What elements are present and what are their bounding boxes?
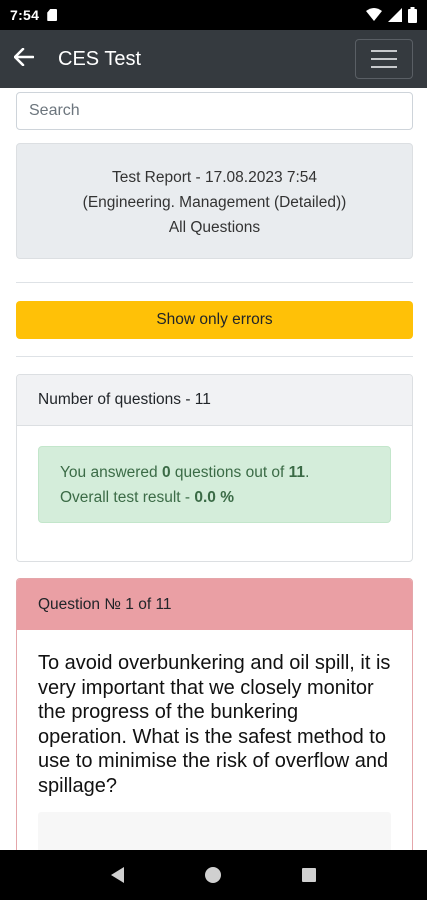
arrow-left-icon[interactable] — [13, 47, 40, 70]
status-time: 7:54 — [10, 7, 40, 23]
nav-recent-apps-icon[interactable] — [302, 868, 317, 882]
question-text: To avoid overbunkering and oil spill, it… — [38, 652, 391, 797]
report-scope: All Questions — [168, 219, 261, 236]
question-image — [38, 812, 391, 850]
status-bar: 7:54 — [0, 0, 427, 30]
nav-home-icon[interactable] — [204, 867, 221, 883]
battery-icon — [408, 7, 417, 23]
result-alert: You answered 0 questions out of 11. Over… — [38, 446, 391, 523]
question-header: Question № 1 of 11 — [17, 579, 412, 630]
report-category: (Engineering. Management (Detailed)) — [82, 194, 347, 211]
answered-count: 0 — [161, 464, 171, 481]
navigation-bar — [0, 850, 427, 900]
question-count-header: Number of questions - 11 — [17, 375, 412, 426]
app-title: CES Test — [58, 47, 141, 70]
hamburger-menu-icon[interactable] — [355, 39, 413, 79]
wifi-icon — [366, 8, 382, 21]
search-input[interactable] — [16, 92, 413, 130]
nav-back-icon[interactable] — [110, 867, 124, 883]
signal-icon — [388, 8, 402, 22]
report-title: Test Report - 17.08.2023 7:54 — [111, 169, 318, 186]
total-count: 11 — [288, 464, 306, 481]
divider — [16, 282, 413, 283]
status-icons — [366, 7, 417, 23]
divider — [16, 356, 413, 357]
question-card: Question № 1 of 11 To avoid overbunkerin… — [16, 578, 413, 850]
main-content: Test Report - 17.08.2023 7:54 (Engineeri… — [0, 88, 427, 850]
summary-card: Number of questions - 11 You answered 0 … — [16, 374, 413, 562]
result-value: 0.0 % — [194, 489, 235, 506]
report-info-box: Test Report - 17.08.2023 7:54 (Engineeri… — [16, 143, 413, 259]
result-line: Overall test result - 0.0 % — [60, 489, 235, 506]
show-only-errors-button[interactable]: Show only errors — [16, 301, 413, 339]
sim-card-icon — [47, 9, 58, 21]
answered-line: You answered 0 questions out of 11. — [60, 464, 310, 481]
app-bar: CES Test — [0, 30, 427, 88]
